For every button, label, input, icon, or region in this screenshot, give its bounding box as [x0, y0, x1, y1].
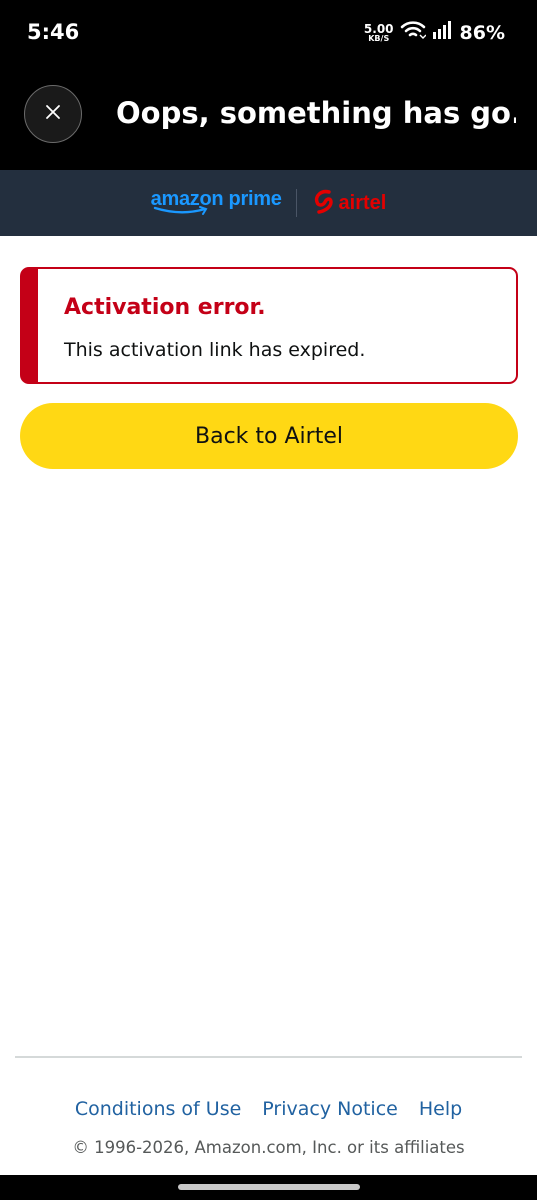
help-link[interactable]: Help: [419, 1098, 462, 1120]
footer-links: Conditions of Use Privacy Notice Help: [0, 1098, 537, 1120]
app-header: Oops, something has go...: [0, 66, 537, 170]
back-to-airtel-label: Back to Airtel: [195, 423, 343, 449]
amazon-prime-logo: amazon prime: [151, 188, 282, 218]
conditions-of-use-link[interactable]: Conditions of Use: [75, 1098, 241, 1120]
home-indicator[interactable]: [178, 1184, 360, 1190]
privacy-notice-link[interactable]: Privacy Notice: [262, 1098, 398, 1120]
status-indicators: 5.00 KB/S 86%: [364, 20, 505, 45]
status-time: 5:46: [27, 20, 80, 44]
network-speed: 5.00 KB/S: [364, 23, 394, 43]
alert-message: This activation link has expired.: [64, 339, 366, 361]
close-button[interactable]: [24, 85, 82, 143]
copyright-text: © 1996-2026, Amazon.com, Inc. or its aff…: [72, 1138, 465, 1157]
airtel-swirl-icon: [311, 188, 337, 219]
back-to-airtel-button[interactable]: Back to Airtel: [20, 403, 518, 469]
page-title: Oops, something has go...: [116, 96, 516, 130]
network-speed-unit: KB/S: [368, 33, 390, 43]
network-speed-value: 5.00: [363, 21, 394, 36]
error-alert: Activation error. This activation link h…: [20, 267, 518, 384]
airtel-logo: airtel: [311, 188, 387, 219]
wifi-icon: [400, 20, 427, 45]
footer-divider: [15, 1056, 522, 1058]
battery-level: 86%: [459, 21, 505, 44]
smile-icon: [153, 206, 208, 215]
signal-icon: [432, 20, 452, 45]
close-icon: [45, 104, 61, 125]
system-nav-bar: [0, 1175, 537, 1200]
alert-title: Activation error.: [64, 295, 266, 320]
brand-bar: amazon prime airtel: [0, 170, 537, 236]
airtel-logo-text: airtel: [338, 191, 387, 214]
status-bar: 5:46 5.00 KB/S 86%: [0, 0, 537, 66]
brand-divider: [295, 189, 297, 217]
